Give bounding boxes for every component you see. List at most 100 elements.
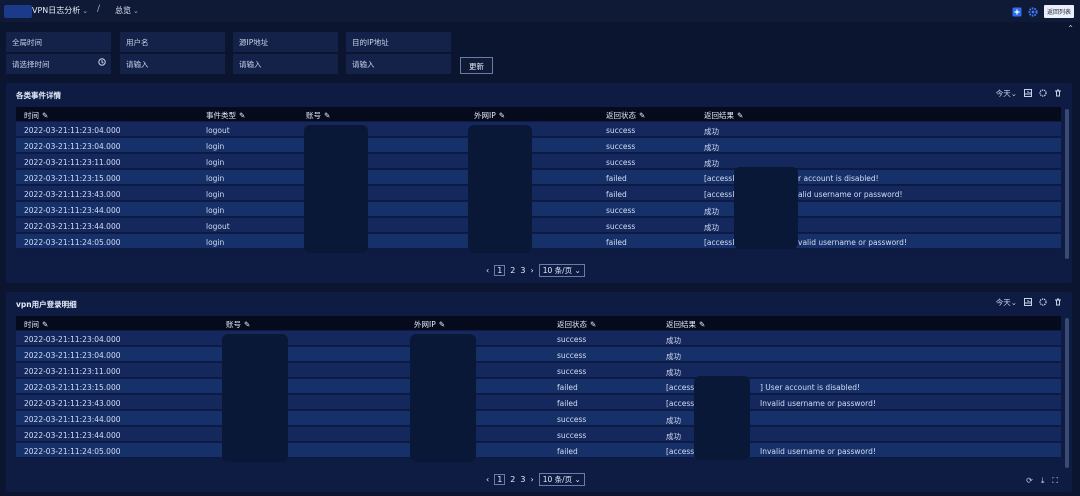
fullscreen-icon[interactable]: ⛶ (1052, 476, 1058, 486)
filter-label-time: 全局时间 (6, 32, 111, 52)
page-2[interactable]: 2 (510, 266, 515, 275)
table-cell: success (606, 126, 636, 135)
table-cell: failed (606, 174, 627, 183)
table-cell: Invalid username or password! (760, 447, 876, 456)
breadcrumb-separator: / (97, 4, 101, 14)
table-row[interactable]: 2022-03-21:11:23:15.000 failed [accessIP] … (16, 379, 1061, 394)
table-row[interactable]: 2022-03-21:11:23:44.000 success 成功 (16, 427, 1061, 442)
page-size-select[interactable]: 10 条/页 ⌄ (538, 264, 585, 277)
time-placeholder: 请选择时间 (12, 60, 50, 69)
table-cell: valid username or password! (798, 238, 907, 247)
page-1[interactable]: 1 (494, 265, 506, 276)
table-row[interactable]: 2022-03-21:11:23:15.000 login failed [acces… (16, 170, 1061, 185)
src-ip-input[interactable]: 请输入 (233, 54, 338, 74)
table-cell: 成功 (666, 416, 681, 425)
col-status[interactable]: 返回状态 ✎ (606, 110, 645, 121)
username-input[interactable]: 请输入 (120, 54, 225, 74)
page-3[interactable]: 3 (520, 475, 525, 484)
refresh-icon[interactable]: ⟳ (1026, 476, 1033, 486)
chart-icon[interactable] (1024, 297, 1032, 308)
table-row[interactable]: 2022-03-21:11:23:11.000login.comsuccess成… (16, 154, 1061, 169)
table-cell: login (206, 238, 225, 247)
col-time[interactable]: 时间 ✎ (24, 110, 48, 121)
table-cell: logout (206, 222, 230, 231)
collapse-icon[interactable]: ⌃ (1067, 24, 1074, 33)
edit-icon: ✎ (639, 111, 646, 120)
col-external-ip[interactable]: 外网IP ✎ (414, 319, 445, 330)
add-icon[interactable] (1012, 7, 1022, 17)
next-page-icon[interactable]: › (530, 266, 533, 275)
gear-icon[interactable] (1039, 297, 1047, 308)
time-picker[interactable]: 请选择时间 (6, 54, 111, 74)
chart-icon[interactable] (1024, 88, 1032, 99)
app-title-dropdown[interactable]: VPN日志分析 ⌄ (32, 5, 88, 16)
edit-icon: ✎ (42, 111, 49, 120)
table-row[interactable]: 2022-03-21:11:23:04.000logoutksuccess成功 (16, 122, 1061, 137)
table-cell: 2022-03-21:11:23:44.000 (24, 415, 121, 424)
page-1[interactable]: 1 (494, 474, 506, 485)
page-2[interactable]: 2 (510, 475, 515, 484)
dst-ip-input[interactable]: 请输入 (346, 54, 451, 74)
table-row[interactable]: 2022-03-21:11:23:43.000 login failed [acces… (16, 186, 1061, 201)
gear-icon[interactable] (1039, 88, 1047, 99)
delete-icon[interactable] (1054, 89, 1062, 99)
table-cell: login (206, 158, 225, 167)
prev-page-icon[interactable]: ‹ (486, 475, 489, 484)
update-button[interactable]: 更新 (460, 57, 493, 74)
table-cell: login (206, 206, 225, 215)
panel-title: vpn用户登录明细 (16, 300, 77, 309)
download-icon[interactable]: ⤓ (1041, 476, 1045, 486)
table-row[interactable]: 2022-03-21:11:23:43.000 failed [accessIf In… (16, 395, 1061, 410)
table-cell: 2022-03-21:11:24:05.000 (24, 447, 121, 456)
col-result[interactable]: 返回结果 ✎ (666, 319, 705, 330)
vpn-login-panel: vpn用户登录明细 今天⌄ 时间 ✎ 账号 ✎ 外网IP ✎ 返回状态 ✎ 返回结果 ✎ … (6, 292, 1072, 492)
table-header: 时间 ✎ 账号 ✎ 外网IP ✎ 返回状态 ✎ 返回结果 ✎ (16, 316, 1061, 330)
col-time[interactable]: 时间 ✎ (24, 319, 48, 330)
login-table: 时间 ✎ 账号 ✎ 外网IP ✎ 返回状态 ✎ 返回结果 ✎ 2022-03-21:11:… (16, 316, 1061, 466)
scrollbar[interactable] (1065, 109, 1069, 259)
back-to-list-button[interactable]: 返回列表 (1043, 5, 1074, 18)
col-account[interactable]: 账号 ✎ (226, 319, 250, 330)
delete-icon[interactable] (1054, 298, 1062, 308)
table-cell: 成功 (704, 127, 719, 136)
table-cell: success (606, 158, 636, 167)
col-result[interactable]: 返回结果 ✎ (704, 110, 743, 121)
page-3[interactable]: 3 (520, 266, 525, 275)
redaction (304, 125, 368, 253)
edit-icon: ✎ (737, 111, 744, 120)
table-row[interactable]: 2022-03-21:11:23:44.000 logout success 成功 (16, 218, 1061, 233)
table-row[interactable]: 2022-03-21:11:23:04.000 login success 成功 (16, 138, 1061, 153)
table-cell: success (606, 222, 636, 231)
table-row[interactable]: 2022-03-21:11:23:04.000 success 成功 (16, 331, 1061, 346)
table-cell: ] User account is disabled! (760, 383, 861, 392)
edit-icon: ✎ (498, 111, 506, 120)
col-external-ip[interactable]: 外网IP ✎ (474, 110, 505, 121)
table-row[interactable]: 2022-03-21:11:23:44.000 login success 成功 (16, 202, 1061, 217)
col-event-type[interactable]: 事件类型 ✎ (206, 110, 245, 121)
table-row[interactable]: 2022-03-21:11:23:04.000 success 成功 (16, 347, 1061, 362)
panel-title: 各类事件详情 (16, 91, 61, 100)
table-cell: 2022-03-21:11:23:44.000 (24, 206, 121, 215)
redaction (410, 334, 476, 462)
scrollbar[interactable] (1065, 318, 1069, 468)
clock-icon (98, 58, 106, 68)
table-row[interactable]: 2022-03-21:11:24:05.000 login failed [acces… (16, 234, 1061, 249)
col-account[interactable]: 账号 ✎ (306, 110, 330, 121)
date-range-dropdown[interactable]: 今天⌄ (996, 88, 1017, 99)
page-size-select[interactable]: 10 条/页 ⌄ (538, 473, 585, 486)
table-row[interactable]: 2022-03-21:11:23:44.000 success 成功 (16, 411, 1061, 426)
table-cell: failed (606, 238, 627, 247)
table-cell: 2022-03-21:11:23:04.000 (24, 142, 121, 151)
table-cell: 成功 (704, 159, 719, 168)
table-row[interactable]: 2022-03-21:11:24:05.000 failed [accessIP: I… (16, 443, 1061, 458)
prev-page-icon[interactable]: ‹ (486, 266, 489, 275)
date-range-dropdown[interactable]: 今天⌄ (996, 297, 1017, 308)
gear-icon[interactable] (1028, 6, 1038, 17)
table-cell: login (206, 190, 225, 199)
page-dropdown[interactable]: 总览 ⌄ (115, 5, 139, 16)
col-status[interactable]: 返回状态 ✎ (557, 319, 596, 330)
table-cell: 2022-03-21:11:23:44.000 (24, 431, 121, 440)
filter-label-dst-ip: 目的IP地址 (346, 32, 451, 52)
next-page-icon[interactable]: › (530, 475, 533, 484)
table-row[interactable]: 2022-03-21:11:23:11.000s.comsuccess成功 (16, 363, 1061, 378)
